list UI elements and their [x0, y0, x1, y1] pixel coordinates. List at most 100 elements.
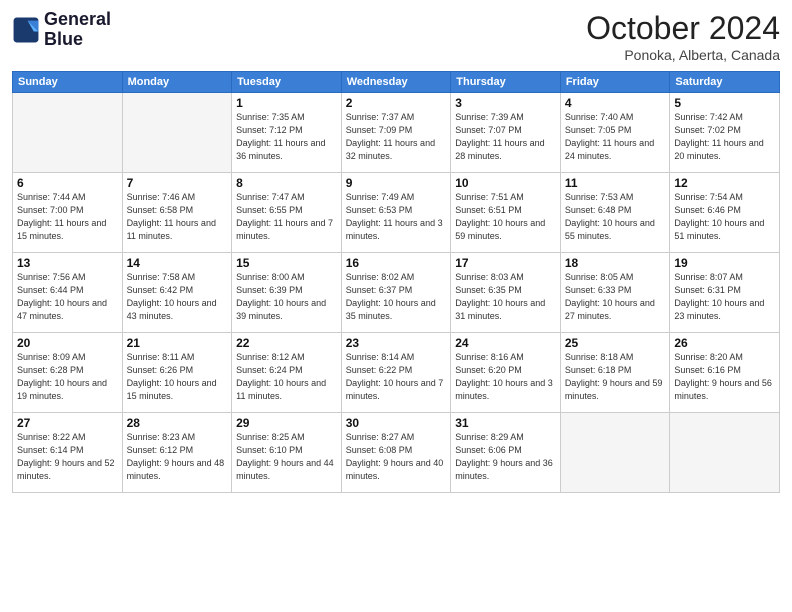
day-number: 1	[236, 96, 337, 110]
day-number: 14	[127, 256, 228, 270]
day-info: Sunrise: 7:37 AM Sunset: 7:09 PM Dayligh…	[346, 111, 447, 163]
day-number: 9	[346, 176, 447, 190]
calendar-table: SundayMondayTuesdayWednesdayThursdayFrid…	[12, 71, 780, 493]
day-cell: 13Sunrise: 7:56 AM Sunset: 6:44 PM Dayli…	[13, 253, 123, 333]
day-number: 24	[455, 336, 556, 350]
day-info: Sunrise: 8:09 AM Sunset: 6:28 PM Dayligh…	[17, 351, 118, 403]
day-number: 18	[565, 256, 666, 270]
day-cell	[13, 93, 123, 173]
day-number: 27	[17, 416, 118, 430]
day-cell: 11Sunrise: 7:53 AM Sunset: 6:48 PM Dayli…	[560, 173, 670, 253]
day-info: Sunrise: 7:39 AM Sunset: 7:07 PM Dayligh…	[455, 111, 556, 163]
day-info: Sunrise: 7:58 AM Sunset: 6:42 PM Dayligh…	[127, 271, 228, 323]
day-cell: 15Sunrise: 8:00 AM Sunset: 6:39 PM Dayli…	[232, 253, 342, 333]
day-cell: 22Sunrise: 8:12 AM Sunset: 6:24 PM Dayli…	[232, 333, 342, 413]
month-title: October 2024	[586, 10, 780, 47]
day-info: Sunrise: 8:16 AM Sunset: 6:20 PM Dayligh…	[455, 351, 556, 403]
logo-icon	[12, 16, 40, 44]
calendar-header-row: SundayMondayTuesdayWednesdayThursdayFrid…	[13, 72, 780, 93]
day-number: 30	[346, 416, 447, 430]
day-info: Sunrise: 8:12 AM Sunset: 6:24 PM Dayligh…	[236, 351, 337, 403]
day-info: Sunrise: 8:29 AM Sunset: 6:06 PM Dayligh…	[455, 431, 556, 483]
day-cell: 28Sunrise: 8:23 AM Sunset: 6:12 PM Dayli…	[122, 413, 232, 493]
day-number: 26	[674, 336, 775, 350]
day-cell: 24Sunrise: 8:16 AM Sunset: 6:20 PM Dayli…	[451, 333, 561, 413]
day-cell: 18Sunrise: 8:05 AM Sunset: 6:33 PM Dayli…	[560, 253, 670, 333]
day-number: 25	[565, 336, 666, 350]
day-number: 7	[127, 176, 228, 190]
day-info: Sunrise: 8:20 AM Sunset: 6:16 PM Dayligh…	[674, 351, 775, 403]
day-info: Sunrise: 7:53 AM Sunset: 6:48 PM Dayligh…	[565, 191, 666, 243]
day-number: 15	[236, 256, 337, 270]
week-row-4: 27Sunrise: 8:22 AM Sunset: 6:14 PM Dayli…	[13, 413, 780, 493]
day-info: Sunrise: 8:23 AM Sunset: 6:12 PM Dayligh…	[127, 431, 228, 483]
day-info: Sunrise: 8:14 AM Sunset: 6:22 PM Dayligh…	[346, 351, 447, 403]
day-cell: 2Sunrise: 7:37 AM Sunset: 7:09 PM Daylig…	[341, 93, 451, 173]
day-number: 11	[565, 176, 666, 190]
day-number: 2	[346, 96, 447, 110]
day-info: Sunrise: 7:40 AM Sunset: 7:05 PM Dayligh…	[565, 111, 666, 163]
day-cell: 10Sunrise: 7:51 AM Sunset: 6:51 PM Dayli…	[451, 173, 561, 253]
day-cell: 25Sunrise: 8:18 AM Sunset: 6:18 PM Dayli…	[560, 333, 670, 413]
day-number: 29	[236, 416, 337, 430]
day-cell: 26Sunrise: 8:20 AM Sunset: 6:16 PM Dayli…	[670, 333, 780, 413]
day-info: Sunrise: 8:11 AM Sunset: 6:26 PM Dayligh…	[127, 351, 228, 403]
day-cell	[560, 413, 670, 493]
day-info: Sunrise: 8:00 AM Sunset: 6:39 PM Dayligh…	[236, 271, 337, 323]
day-info: Sunrise: 7:49 AM Sunset: 6:53 PM Dayligh…	[346, 191, 447, 243]
week-row-2: 13Sunrise: 7:56 AM Sunset: 6:44 PM Dayli…	[13, 253, 780, 333]
day-number: 6	[17, 176, 118, 190]
col-header-saturday: Saturday	[670, 72, 780, 93]
day-number: 5	[674, 96, 775, 110]
col-header-friday: Friday	[560, 72, 670, 93]
day-cell: 29Sunrise: 8:25 AM Sunset: 6:10 PM Dayli…	[232, 413, 342, 493]
day-info: Sunrise: 8:22 AM Sunset: 6:14 PM Dayligh…	[17, 431, 118, 483]
day-cell: 1Sunrise: 7:35 AM Sunset: 7:12 PM Daylig…	[232, 93, 342, 173]
day-number: 10	[455, 176, 556, 190]
day-info: Sunrise: 7:51 AM Sunset: 6:51 PM Dayligh…	[455, 191, 556, 243]
day-cell: 6Sunrise: 7:44 AM Sunset: 7:00 PM Daylig…	[13, 173, 123, 253]
logo-line2: Blue	[44, 30, 111, 50]
day-info: Sunrise: 8:05 AM Sunset: 6:33 PM Dayligh…	[565, 271, 666, 323]
day-cell: 7Sunrise: 7:46 AM Sunset: 6:58 PM Daylig…	[122, 173, 232, 253]
day-number: 31	[455, 416, 556, 430]
col-header-monday: Monday	[122, 72, 232, 93]
day-cell: 23Sunrise: 8:14 AM Sunset: 6:22 PM Dayli…	[341, 333, 451, 413]
day-cell: 14Sunrise: 7:58 AM Sunset: 6:42 PM Dayli…	[122, 253, 232, 333]
day-cell: 8Sunrise: 7:47 AM Sunset: 6:55 PM Daylig…	[232, 173, 342, 253]
logo: General Blue	[12, 10, 111, 50]
day-cell: 16Sunrise: 8:02 AM Sunset: 6:37 PM Dayli…	[341, 253, 451, 333]
day-cell: 30Sunrise: 8:27 AM Sunset: 6:08 PM Dayli…	[341, 413, 451, 493]
title-block: October 2024 Ponoka, Alberta, Canada	[586, 10, 780, 63]
week-row-1: 6Sunrise: 7:44 AM Sunset: 7:00 PM Daylig…	[13, 173, 780, 253]
day-number: 8	[236, 176, 337, 190]
day-cell: 17Sunrise: 8:03 AM Sunset: 6:35 PM Dayli…	[451, 253, 561, 333]
day-number: 17	[455, 256, 556, 270]
calendar-page: General Blue October 2024 Ponoka, Albert…	[0, 0, 792, 612]
logo-line1: General	[44, 10, 111, 30]
day-number: 21	[127, 336, 228, 350]
day-cell	[670, 413, 780, 493]
day-info: Sunrise: 7:56 AM Sunset: 6:44 PM Dayligh…	[17, 271, 118, 323]
col-header-sunday: Sunday	[13, 72, 123, 93]
day-cell: 27Sunrise: 8:22 AM Sunset: 6:14 PM Dayli…	[13, 413, 123, 493]
day-info: Sunrise: 7:46 AM Sunset: 6:58 PM Dayligh…	[127, 191, 228, 243]
col-header-tuesday: Tuesday	[232, 72, 342, 93]
logo-text: General Blue	[44, 10, 111, 50]
day-number: 19	[674, 256, 775, 270]
day-cell: 20Sunrise: 8:09 AM Sunset: 6:28 PM Dayli…	[13, 333, 123, 413]
day-number: 4	[565, 96, 666, 110]
day-info: Sunrise: 8:03 AM Sunset: 6:35 PM Dayligh…	[455, 271, 556, 323]
day-number: 12	[674, 176, 775, 190]
day-info: Sunrise: 8:27 AM Sunset: 6:08 PM Dayligh…	[346, 431, 447, 483]
day-info: Sunrise: 8:18 AM Sunset: 6:18 PM Dayligh…	[565, 351, 666, 403]
day-info: Sunrise: 7:44 AM Sunset: 7:00 PM Dayligh…	[17, 191, 118, 243]
day-cell: 4Sunrise: 7:40 AM Sunset: 7:05 PM Daylig…	[560, 93, 670, 173]
week-row-3: 20Sunrise: 8:09 AM Sunset: 6:28 PM Dayli…	[13, 333, 780, 413]
header: General Blue October 2024 Ponoka, Albert…	[12, 10, 780, 63]
day-info: Sunrise: 7:42 AM Sunset: 7:02 PM Dayligh…	[674, 111, 775, 163]
day-info: Sunrise: 8:02 AM Sunset: 6:37 PM Dayligh…	[346, 271, 447, 323]
day-cell: 31Sunrise: 8:29 AM Sunset: 6:06 PM Dayli…	[451, 413, 561, 493]
day-cell	[122, 93, 232, 173]
col-header-wednesday: Wednesday	[341, 72, 451, 93]
